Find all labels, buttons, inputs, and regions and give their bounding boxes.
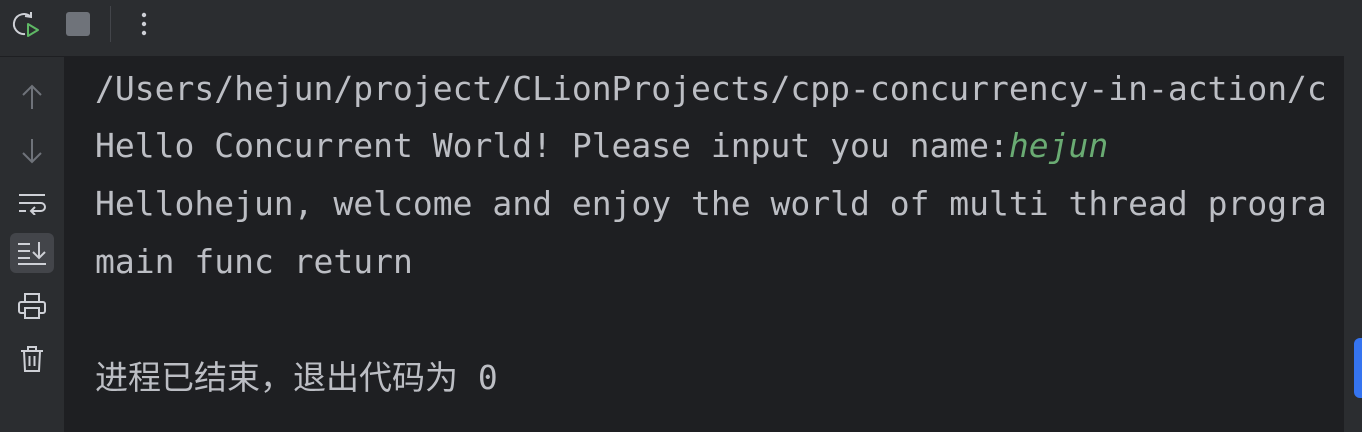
console-line-return: main func return	[95, 242, 413, 281]
scroll-to-end-button[interactable]	[10, 233, 54, 273]
user-input-text: hejun	[1008, 126, 1109, 165]
trash-icon	[21, 346, 43, 372]
prompt-text: Hello Concurrent World! Please input you…	[95, 126, 1009, 165]
console-line-exit: 进程已结束，退出代码为 0	[95, 358, 498, 397]
side-panel-tab[interactable]	[1354, 338, 1362, 398]
navigate-up-button[interactable]	[10, 77, 54, 117]
soft-wrap-button[interactable]	[10, 183, 54, 223]
console-line-welcome: Hellohejun, welcome and enjoy the world …	[95, 184, 1327, 223]
print-button[interactable]	[10, 286, 54, 326]
more-options-button[interactable]	[126, 8, 162, 40]
scroll-to-end-icon	[18, 242, 46, 265]
soft-wrap-icon	[19, 194, 46, 215]
navigate-down-button[interactable]	[10, 131, 54, 171]
console-toolbar	[0, 0, 1344, 57]
toolbar-separator	[110, 6, 111, 42]
rerun-icon	[12, 12, 39, 37]
clear-all-button[interactable]	[10, 339, 54, 379]
print-icon	[18, 293, 46, 319]
rerun-button[interactable]	[8, 8, 44, 40]
stop-button[interactable]	[60, 8, 96, 40]
stop-icon	[66, 12, 90, 36]
console-line-path: /Users/hejun/project/CLionProjects/cpp-c…	[95, 69, 1327, 108]
console-sidebar	[0, 57, 64, 432]
arrow-down-icon	[22, 139, 42, 164]
arrow-up-icon	[22, 84, 42, 109]
console-line-prompt: Hello Concurrent World! Please input you…	[95, 126, 1108, 166]
more-vertical-icon	[141, 12, 147, 36]
console-output[interactable]: /Users/hejun/project/CLionProjects/cpp-c…	[65, 57, 1344, 432]
